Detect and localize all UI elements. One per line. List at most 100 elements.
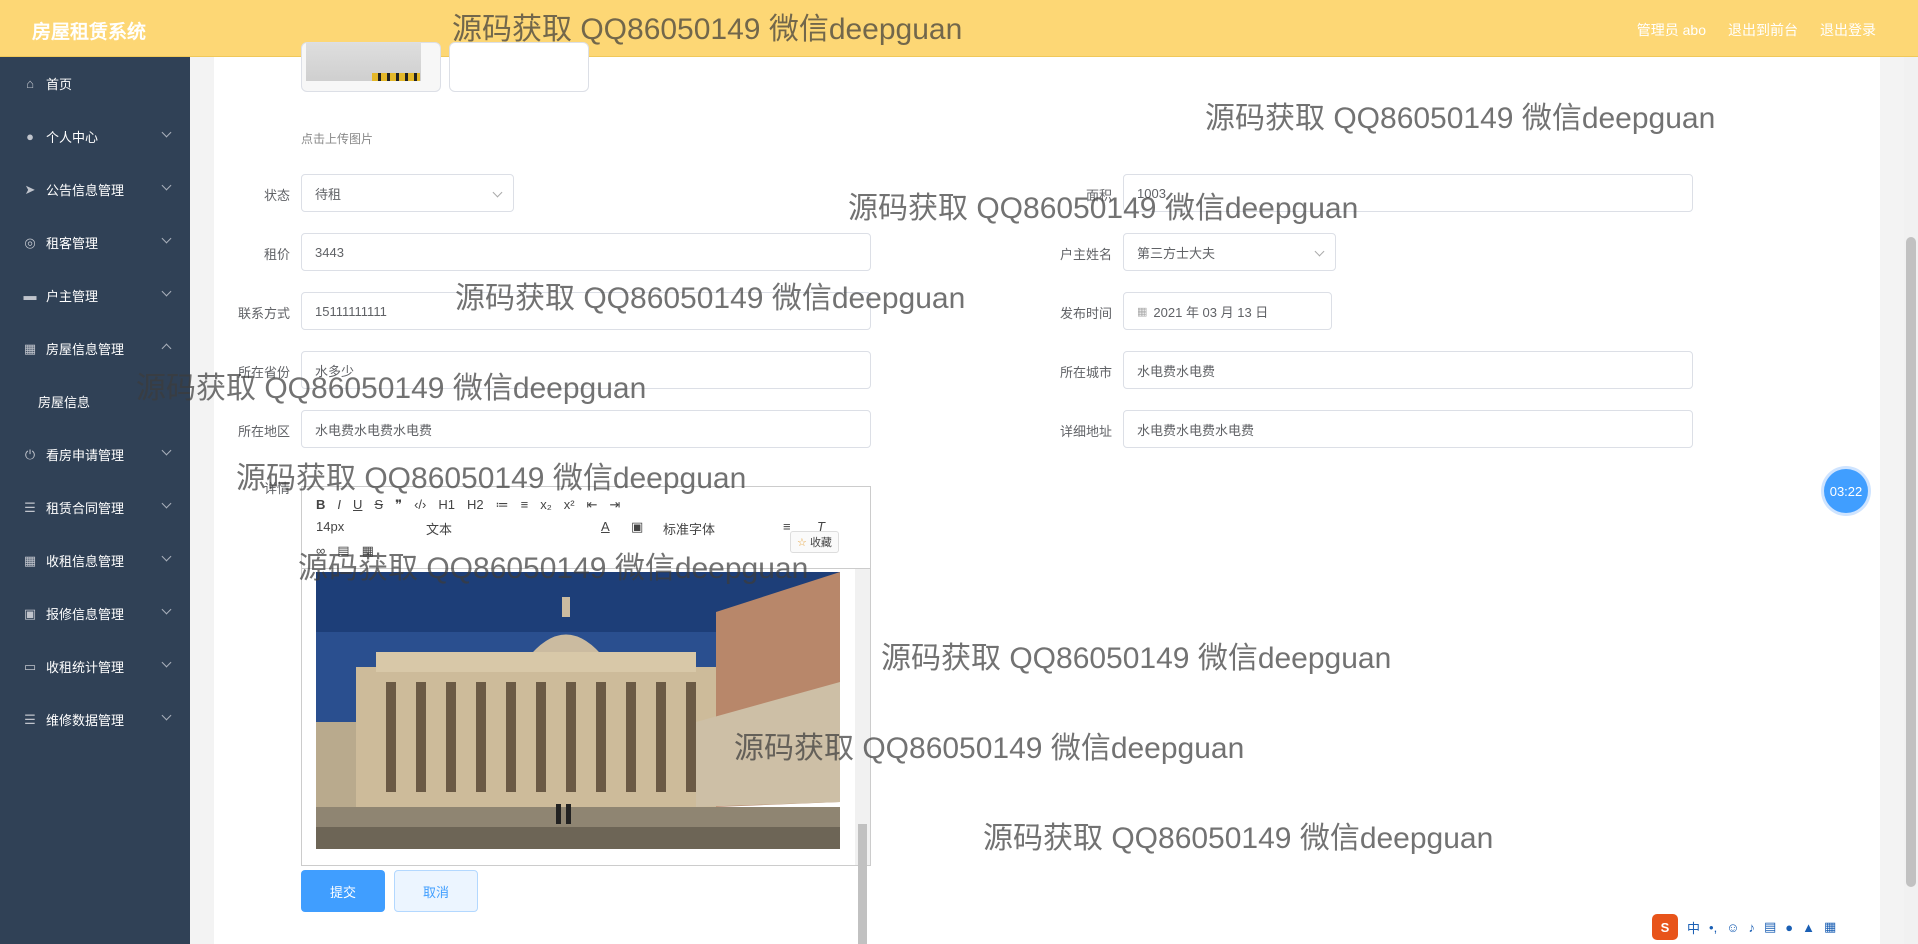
emoji-icon[interactable]: ☺: [1726, 920, 1739, 935]
strike-icon[interactable]: S: [374, 497, 383, 513]
watermark: 源码获取 QQ86050149 微信deepguan: [452, 13, 963, 46]
watermark: 源码获取 QQ86050149 微信deepguan: [734, 732, 1245, 765]
send-icon: ➤: [24, 181, 36, 197]
back-to-front-link[interactable]: 退出到前台: [1728, 20, 1798, 40]
shirt-icon[interactable]: ▲: [1802, 920, 1815, 935]
city-value: 水电费水电费: [1137, 363, 1216, 379]
sidebar-item-home[interactable]: ⌂ 首页: [0, 57, 190, 110]
header-links: 管理员 abo 退出到前台 退出登录: [1637, 20, 1876, 40]
submit-button[interactable]: 提交: [301, 870, 385, 912]
toolbar-row-2: 14px 文本 A ▣ 标准字体 ≡ T: [316, 519, 837, 538]
sidebar-item-personal-center[interactable]: ● 个人中心: [0, 110, 190, 163]
publish-date-picker[interactable]: ▦ 2021 年 03 月 13 日: [1123, 292, 1332, 330]
chevron-down-icon: [492, 187, 503, 198]
apps-icon[interactable]: ▦: [1824, 919, 1836, 935]
italic-icon[interactable]: I: [337, 497, 341, 513]
watermark: 源码获取 QQ86050149 微信deepguan: [136, 372, 647, 405]
monitor-icon: ▭: [23, 658, 37, 674]
code-icon[interactable]: ‹/›: [414, 497, 426, 513]
sidebar-item-tenant[interactable]: ◎ 租客管理: [0, 216, 190, 269]
font-size-select[interactable]: 14px: [316, 519, 426, 538]
editor-scrollbar[interactable]: [855, 569, 870, 944]
globe-icon: ◎: [24, 234, 36, 250]
background-color-icon[interactable]: ▣: [631, 519, 663, 538]
ordered-list-icon[interactable]: ≔: [496, 497, 509, 513]
chevron-down-icon: [161, 127, 172, 138]
keyboard-icon[interactable]: ▤: [1764, 919, 1776, 935]
status-select[interactable]: 待租: [301, 174, 514, 212]
chevron-down-icon: [1314, 246, 1325, 257]
bullet-list-icon[interactable]: ≡: [521, 497, 529, 513]
sidebar-item-label: 收租信息管理: [46, 554, 125, 569]
grid-icon: ▦: [23, 340, 37, 356]
heading2-icon[interactable]: H2: [467, 497, 484, 513]
logout-link[interactable]: 退出登录: [1820, 20, 1876, 40]
sidebar-item-label: 报修信息管理: [46, 607, 125, 622]
editor-image: [316, 572, 840, 849]
address-value: 水电费水电费水电费: [1137, 422, 1255, 438]
outdent-icon[interactable]: ⇤: [587, 497, 598, 513]
contact-label: 联系方式: [237, 306, 290, 321]
rent-input[interactable]: 3443: [301, 233, 871, 271]
chevron-down-icon: [161, 180, 172, 191]
sidebar-item-repair[interactable]: ▣ 报修信息管理: [0, 587, 190, 640]
subscript-icon[interactable]: x₂: [540, 497, 552, 513]
ime-lang[interactable]: 中: [1687, 918, 1700, 937]
heading1-icon[interactable]: H1: [438, 497, 455, 513]
rent-label: 租价: [263, 247, 290, 262]
clipboard-icon: ▣: [23, 605, 37, 621]
underline-icon[interactable]: U: [353, 497, 362, 513]
seat-icon: ▬: [23, 288, 37, 303]
page-scrollbar[interactable]: [1904, 57, 1918, 944]
floating-timer[interactable]: 03:22: [1824, 469, 1868, 513]
address-label: 详细地址: [1059, 424, 1112, 439]
sidebar-item-rent-collect[interactable]: ▦ 收租信息管理: [0, 534, 190, 587]
user-icon[interactable]: ●: [1785, 920, 1793, 935]
district-input[interactable]: 水电费水电费水电费: [301, 410, 871, 448]
chevron-down-icon: [161, 286, 172, 297]
list-icon: ☰: [24, 711, 36, 727]
page-scrollbar-thumb[interactable]: [1906, 237, 1916, 887]
upload-add-button[interactable]: [449, 42, 589, 92]
text-type-select[interactable]: 文本: [426, 519, 601, 538]
font-color-icon[interactable]: A: [601, 519, 631, 538]
apps-icon: ▦: [23, 552, 37, 568]
cancel-button[interactable]: 取消: [394, 870, 478, 912]
status-value: 待租: [315, 186, 342, 202]
chevron-down-icon: [161, 233, 172, 244]
sidebar-item-notice[interactable]: ➤ 公告信息管理: [0, 163, 190, 216]
favorite-label: 收藏: [809, 537, 832, 549]
address-input[interactable]: 水电费水电费水电费: [1123, 410, 1693, 448]
city-input[interactable]: 水电费水电费: [1123, 351, 1693, 389]
owner-name-label: 户主姓名: [1059, 247, 1112, 262]
owner-name-value: 第三方士大夫: [1137, 245, 1216, 261]
sidebar-item-repair-data[interactable]: ☰ 维修数据管理: [0, 693, 190, 746]
district-label: 所在地区: [237, 424, 290, 439]
calendar-icon: ▦: [1137, 305, 1148, 318]
bold-icon[interactable]: B: [316, 497, 325, 513]
superscript-icon[interactable]: x²: [564, 497, 575, 513]
sidebar-item-label: 租赁合同管理: [46, 501, 125, 516]
sogou-logo-icon[interactable]: S: [1652, 914, 1678, 940]
sidebar-item-owner[interactable]: ▬ 户主管理: [0, 269, 190, 322]
publish-date-value: 2021 年 03 月 13 日: [1153, 304, 1269, 320]
mic-icon[interactable]: ♪: [1748, 920, 1755, 935]
sidebar-item-viewing[interactable]: ⏻ 看房申请管理: [0, 428, 190, 481]
font-family-select[interactable]: 标准字体: [663, 519, 783, 538]
uploaded-image-thumb[interactable]: [301, 42, 441, 92]
punctuation-icon[interactable]: •,: [1709, 920, 1717, 935]
quote-icon[interactable]: ❞: [395, 497, 402, 513]
chevron-down-icon: [161, 551, 172, 562]
watermark: 源码获取 QQ86050149 微信deepguan: [881, 642, 1392, 675]
sidebar-item-contract[interactable]: ☰ 租赁合同管理: [0, 481, 190, 534]
sidebar-item-label: 维修数据管理: [46, 713, 125, 728]
menu-icon: ☰: [24, 499, 36, 515]
indent-icon[interactable]: ⇥: [610, 497, 621, 513]
city-label: 所在城市: [1059, 365, 1112, 380]
admin-user-link[interactable]: 管理员 abo: [1637, 20, 1706, 40]
editor-scrollbar-thumb[interactable]: [858, 824, 867, 944]
owner-name-select[interactable]: 第三方士大夫: [1123, 233, 1336, 271]
home-icon: ⌂: [26, 76, 34, 91]
watermark: 源码获取 QQ86050149 微信deepguan: [298, 552, 809, 585]
sidebar-item-rent-stats[interactable]: ▭ 收租统计管理: [0, 640, 190, 693]
